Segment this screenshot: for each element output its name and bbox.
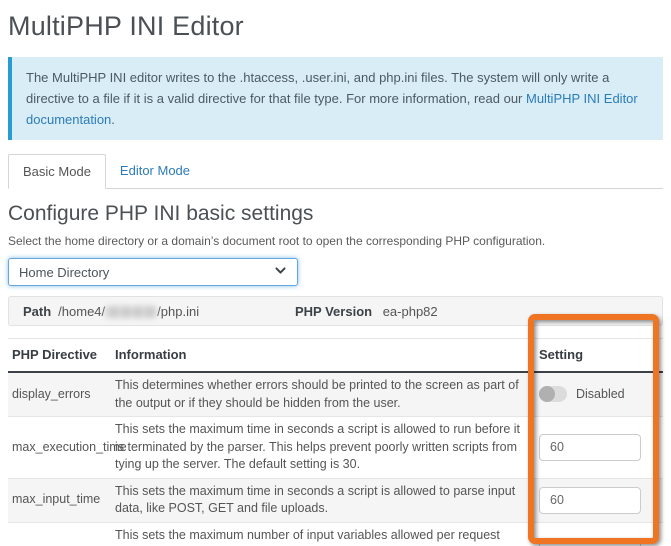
directive-name: max_input_time	[8, 478, 107, 523]
path-bar: Path /home4//php.ini PHP Version ea-php8…	[8, 296, 663, 326]
home-directory-select[interactable]: Home Directory	[8, 258, 298, 286]
notice-text-end: .	[111, 112, 115, 127]
toggle-state-label: Disabled	[576, 386, 625, 401]
directives-tbody: display_errors This determines whether er…	[8, 372, 663, 546]
chevron-down-icon	[274, 264, 287, 280]
directive-setting-cell	[531, 416, 663, 479]
max_input_vars-input[interactable]	[539, 539, 641, 546]
path-group: Path /home4//php.ini	[23, 304, 295, 319]
directive-information: This determines whether errors should be…	[107, 372, 531, 417]
directive-information: This sets the maximum number of input va…	[107, 522, 531, 546]
tab-editor-mode[interactable]: Editor Mode	[106, 154, 204, 188]
php-version-group: PHP Version ea-php82	[295, 304, 438, 319]
column-header-setting: Setting	[531, 338, 663, 373]
path-label: Path	[23, 303, 52, 319]
max_execution_time-input[interactable]	[539, 433, 641, 461]
directive-information: This sets the maximum time in seconds a …	[107, 416, 531, 479]
directive-name: max_execution_time	[8, 416, 127, 479]
display_errors-toggle[interactable]	[539, 386, 567, 403]
directives-table: PHP Directive Information Setting displa…	[8, 338, 663, 546]
redacted-username	[105, 306, 158, 319]
section-heading: Configure PHP INI basic settings	[8, 202, 314, 225]
column-header-information: Information	[107, 338, 531, 373]
directive-setting-cell: Disabled	[531, 372, 663, 417]
table-row: max_input_time This sets the maximum time…	[8, 478, 663, 523]
directive-setting-cell	[531, 522, 663, 546]
mode-tabs: Basic Mode Editor Mode	[8, 154, 663, 189]
section-description: Select the home directory or a domain’s …	[8, 234, 546, 248]
table-row: max_input_varsThis sets the maximum numb…	[8, 522, 663, 546]
php-version-value: ea-php82	[382, 303, 438, 319]
table-header-row: PHP Directive Information Setting	[8, 338, 663, 373]
max_input_time-input[interactable]	[539, 486, 641, 514]
tab-basic-mode[interactable]: Basic Mode	[8, 154, 106, 189]
path-value: /home4//php.ini	[58, 303, 200, 319]
table-row: display_errors This determines whether er…	[8, 372, 663, 417]
info-notice: The MultiPHP INI editor writes to the .h…	[8, 57, 663, 140]
php-version-label: PHP Version	[295, 303, 373, 319]
directive-name: max_input_vars	[8, 522, 107, 546]
directive-name: display_errors	[8, 372, 107, 417]
table-row: max_execution_time This sets the maximum …	[8, 416, 663, 479]
multiphp-ini-editor-page: MultiPHP INI Editor The MultiPHP INI edi…	[0, 11, 671, 546]
select-value: Home Directory	[19, 264, 110, 280]
toggle-knob	[539, 386, 555, 403]
directive-setting-cell	[531, 478, 663, 523]
directive-information: This sets the maximum time in seconds a …	[107, 478, 531, 523]
column-header-php-directive: PHP Directive	[8, 338, 107, 373]
page-title: MultiPHP INI Editor	[8, 11, 244, 41]
notice-text: The MultiPHP INI editor writes to the .h…	[26, 70, 610, 106]
